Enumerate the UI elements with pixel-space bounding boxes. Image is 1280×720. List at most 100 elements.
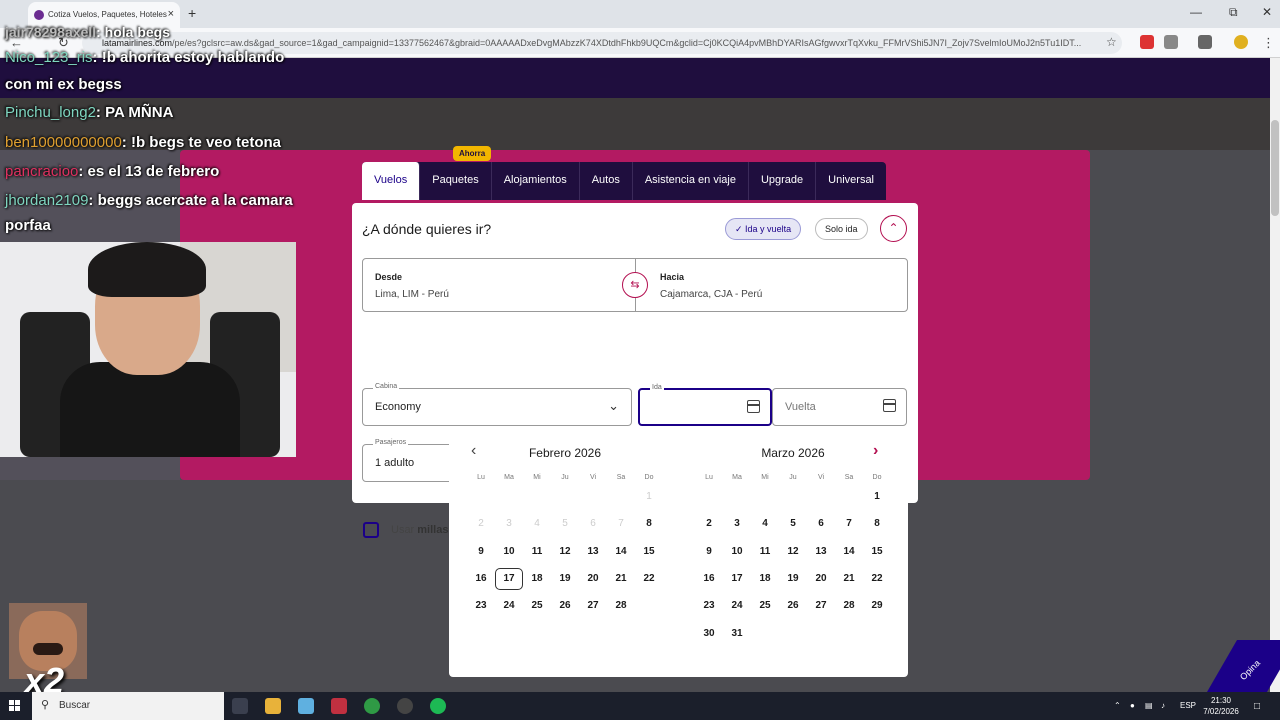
calendar-day[interactable]: 18 <box>751 568 779 590</box>
destination-field[interactable]: Hacia Cajamarca, CJA - Perú <box>648 259 908 311</box>
tab-asistencia[interactable]: Asistencia en viaje <box>633 162 749 200</box>
calendar-day[interactable]: 16 <box>467 568 495 590</box>
calendar-day[interactable]: 19 <box>779 568 807 590</box>
calendar-day[interactable]: 26 <box>779 595 807 617</box>
calendar-day[interactable]: 14 <box>607 541 635 563</box>
calendar-day[interactable]: 6 <box>807 513 835 535</box>
sidebar-icon[interactable] <box>1198 35 1212 49</box>
origin-field[interactable]: Desde Lima, LIM - Perú <box>363 259 635 311</box>
calendar-day[interactable]: 31 <box>723 623 751 645</box>
calendar-day[interactable]: 14 <box>835 541 863 563</box>
calendar-day[interactable]: 12 <box>551 541 579 563</box>
calendar-day[interactable]: 29 <box>863 595 891 617</box>
roundtrip-toggle[interactable]: ✓ Ida y vuelta <box>725 218 802 240</box>
calendar-day[interactable]: 11 <box>751 541 779 563</box>
task-view-icon[interactable] <box>232 698 248 714</box>
tab-paquetes[interactable]: Paquetes <box>420 162 492 200</box>
file-explorer-icon[interactable] <box>265 698 281 714</box>
calendar-day[interactable]: 15 <box>863 541 891 563</box>
minimize-icon[interactable]: — <box>1190 5 1202 19</box>
calendar-day[interactable]: 22 <box>635 568 663 590</box>
calendar-day[interactable]: 11 <box>523 541 551 563</box>
network-icon[interactable]: ▤ <box>1145 701 1153 710</box>
scrollbar-thumb[interactable] <box>1271 120 1279 216</box>
calendar-day[interactable]: 21 <box>607 568 635 590</box>
calendar-day[interactable]: 2 <box>695 513 723 535</box>
use-miles-checkbox[interactable] <box>363 522 379 538</box>
calendar-day[interactable]: 21 <box>835 568 863 590</box>
calendar-day[interactable]: 25 <box>523 595 551 617</box>
tab-autos[interactable]: Autos <box>580 162 633 200</box>
taskbar-search[interactable]: ⚲ Buscar <box>32 692 224 720</box>
calendar-day[interactable]: 16 <box>695 568 723 590</box>
chat-username: Nico_123_ris <box>5 49 93 66</box>
calendar-day[interactable]: 28 <box>835 595 863 617</box>
windows-start-icon[interactable] <box>9 700 21 712</box>
calendar-day[interactable]: 10 <box>495 541 523 563</box>
calendar-day[interactable]: 26 <box>551 595 579 617</box>
tray-chevron-icon[interactable]: ⌃ <box>1114 701 1121 710</box>
cabin-select[interactable]: Cabina Economy ⌄ <box>362 383 632 426</box>
calendar-day[interactable]: 20 <box>579 568 607 590</box>
calendar-day[interactable]: 17 <box>723 568 751 590</box>
product-tabs: Vuelos Paquetes Alojamientos Autos Asist… <box>362 162 887 200</box>
calendar-day[interactable]: 24 <box>495 595 523 617</box>
calendar-day[interactable]: 24 <box>723 595 751 617</box>
oneway-toggle[interactable]: Solo ida <box>815 218 868 240</box>
calendar-day[interactable]: 22 <box>863 568 891 590</box>
calendar-day[interactable]: 4 <box>751 513 779 535</box>
calendar-day[interactable]: 13 <box>807 541 835 563</box>
calendar-day[interactable]: 3 <box>723 513 751 535</box>
calendar-day[interactable]: 7 <box>835 513 863 535</box>
volume-icon[interactable]: ♪ <box>1161 701 1165 710</box>
swap-icon[interactable]: ⇆ <box>622 272 648 298</box>
calendar-day[interactable]: 5 <box>779 513 807 535</box>
extension-icon[interactable] <box>1140 35 1154 49</box>
obs-icon[interactable] <box>397 698 413 714</box>
calendar-day[interactable]: 1 <box>863 486 891 508</box>
calendar-day[interactable]: 9 <box>467 541 495 563</box>
chevron-up-icon[interactable]: ⌃ <box>880 215 907 242</box>
microphone-icon[interactable]: ● <box>1130 701 1135 710</box>
chrome-icon[interactable] <box>364 698 380 714</box>
bookmark-star-icon[interactable]: ☆ <box>1106 35 1117 49</box>
depart-date-field[interactable]: Ida <box>638 384 772 426</box>
calendar-day[interactable]: 17 <box>495 567 523 590</box>
tab-upgrade[interactable]: Upgrade <box>749 162 817 200</box>
calendar-day[interactable]: 18 <box>523 568 551 590</box>
close-window-icon[interactable]: ✕ <box>1262 5 1272 19</box>
calendar-day[interactable]: 13 <box>579 541 607 563</box>
return-date-field[interactable]: Vuelta <box>772 388 907 426</box>
calendar-day[interactable]: 19 <box>551 568 579 590</box>
tab-alojamientos[interactable]: Alojamientos <box>492 162 580 200</box>
calendar-day[interactable]: 9 <box>695 541 723 563</box>
calendar-day[interactable]: 8 <box>863 513 891 535</box>
language-indicator[interactable]: ESP <box>1180 701 1196 710</box>
calendar-day[interactable]: 27 <box>807 595 835 617</box>
notepad-icon[interactable] <box>298 698 314 714</box>
calendar-day[interactable]: 27 <box>579 595 607 617</box>
chat-line: Pinchu_long2: PA MÑNA <box>5 104 173 121</box>
calendar-day[interactable]: 28 <box>607 595 635 617</box>
calendar-day[interactable]: 23 <box>695 595 723 617</box>
calendar-day[interactable]: 23 <box>467 595 495 617</box>
destination-label: Hacia <box>660 272 685 282</box>
calendar-day[interactable]: 8 <box>635 513 663 535</box>
extensions-puzzle-icon[interactable] <box>1164 35 1178 49</box>
calendar-day[interactable]: 10 <box>723 541 751 563</box>
scrollbar[interactable] <box>1270 58 1280 692</box>
calendar-day[interactable]: 15 <box>635 541 663 563</box>
calendar-day[interactable]: 20 <box>807 568 835 590</box>
calendar-day[interactable]: 25 <box>751 595 779 617</box>
tab-universal[interactable]: Universal <box>816 162 886 200</box>
browser-menu-icon[interactable]: ⋮ <box>1262 35 1275 51</box>
notifications-icon[interactable]: □ <box>1254 701 1260 712</box>
app-icon[interactable] <box>331 698 347 714</box>
calendar-day[interactable]: 30 <box>695 623 723 645</box>
clock[interactable]: 21:30 7/02/2026 <box>1196 695 1246 717</box>
tab-vuelos[interactable]: Vuelos <box>362 162 421 200</box>
calendar-day[interactable]: 12 <box>779 541 807 563</box>
restore-icon[interactable]: ⧉ <box>1229 5 1238 20</box>
profile-avatar[interactable] <box>1234 35 1248 49</box>
spotify-icon[interactable] <box>430 698 446 714</box>
